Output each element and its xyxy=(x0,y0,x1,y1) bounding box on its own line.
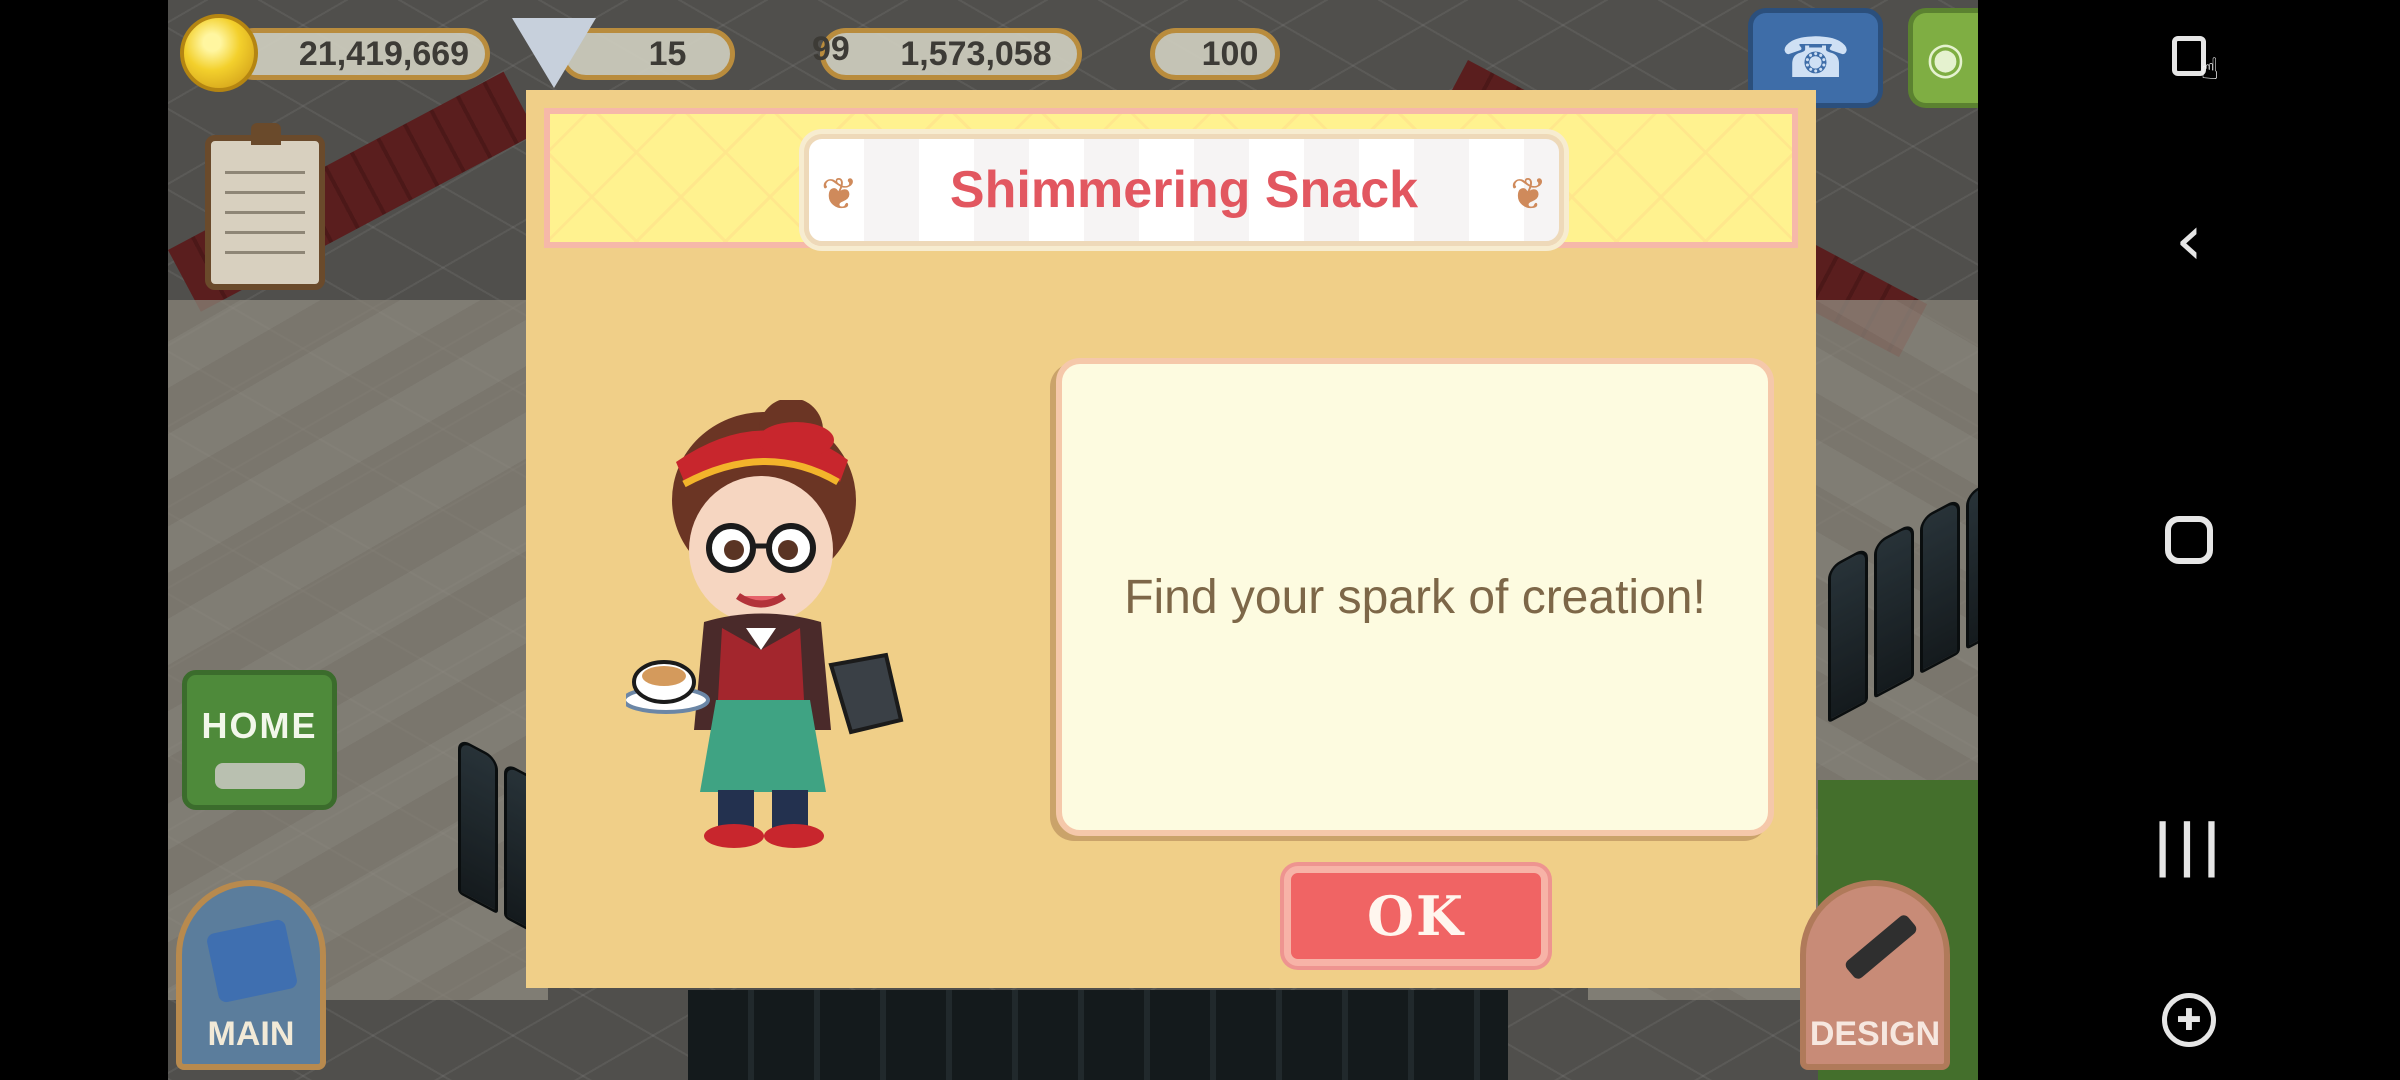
main-label: MAIN xyxy=(207,1015,295,1053)
ok-label: OK xyxy=(1367,884,1465,948)
game-tools-button[interactable]: ✚ xyxy=(1978,990,2400,1050)
gem-count: 15 xyxy=(648,34,687,73)
paintbrush-icon xyxy=(1843,912,1919,982)
camera-icon: ◉ xyxy=(1926,32,1965,84)
heart-count: 100 xyxy=(1201,34,1259,73)
gamepad-icon: ✚ xyxy=(2162,993,2216,1047)
sofa-icon xyxy=(215,763,305,789)
level-number: 99 xyxy=(812,30,850,68)
design-button[interactable]: DESIGN xyxy=(1800,880,1950,1070)
back-arrow-icon: ‹ xyxy=(2175,199,2203,281)
coin-icon xyxy=(180,14,258,92)
achievement-dialog: ❦ Shimmering Snack ❦ Find your spark of … xyxy=(526,90,1816,988)
back-button[interactable]: ‹ xyxy=(1978,199,2400,281)
screen-lock-button[interactable]: ☝ xyxy=(1978,26,2400,87)
heart-counter[interactable]: 100 xyxy=(1150,28,1280,80)
star-count: 1,573,058 xyxy=(900,34,1052,73)
home-label: HOME xyxy=(201,705,318,746)
system-nav-bar: ☝ ‹ ||| ✚ xyxy=(1978,0,2400,1080)
clipboard-icon[interactable] xyxy=(205,123,325,290)
design-label: DESIGN xyxy=(1809,1015,1941,1053)
main-button[interactable]: MAIN xyxy=(176,880,326,1070)
dialog-title: Shimmering Snack xyxy=(949,161,1419,219)
book-icon xyxy=(205,918,299,1004)
title-plate: ❦ Shimmering Snack ❦ xyxy=(804,134,1564,246)
leaf-ornament-icon: ❦ xyxy=(1510,169,1547,220)
chef-character xyxy=(626,400,904,848)
gem-icon xyxy=(512,18,596,88)
camera-button[interactable]: ◉ xyxy=(1908,8,1978,108)
ok-button[interactable]: OK xyxy=(1284,866,1548,966)
home-square-icon xyxy=(2165,516,2213,564)
dialog-message: Find your spark of creation! xyxy=(1124,570,1706,624)
message-bubble: Find your spark of creation! xyxy=(1056,358,1774,836)
star-counter[interactable]: 1,573,058 xyxy=(820,28,1082,80)
phone-icon: ☎ xyxy=(1780,25,1851,91)
coin-counter[interactable]: 21,419,669 xyxy=(228,28,490,80)
lock-screen-icon: ☝ xyxy=(2172,36,2219,87)
leaf-ornament-icon: ❦ xyxy=(821,169,858,220)
dialog-header: ❦ Shimmering Snack ❦ xyxy=(544,108,1798,248)
home-button[interactable]: HOME xyxy=(182,670,337,810)
recents-icon: ||| xyxy=(2152,812,2226,878)
home-system-button[interactable] xyxy=(1978,510,2400,570)
recents-button[interactable]: ||| xyxy=(1978,812,2400,878)
coin-count: 21,419,669 xyxy=(298,34,470,73)
